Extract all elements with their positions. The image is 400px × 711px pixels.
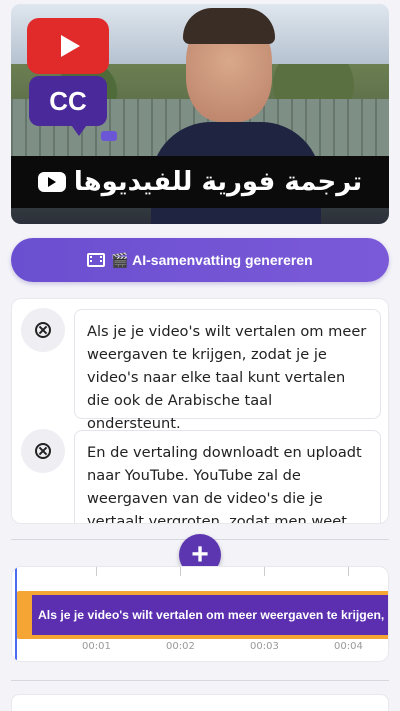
time-label: 00:03 xyxy=(250,641,279,652)
ai-summary-button[interactable]: 🎬 AI-samenvatting genereren xyxy=(11,238,389,282)
video-caption-text: ترجمة فورية للفيديوها xyxy=(73,167,363,197)
small-youtube-icon xyxy=(101,131,117,141)
time-label: 00:04 xyxy=(334,641,363,652)
film-icon xyxy=(87,253,106,267)
segment-text-field[interactable]: En de vertaling downloadt en uploadt naa… xyxy=(74,430,381,523)
close-circle-icon xyxy=(35,322,51,338)
segment-text-field[interactable]: Als je je video's wilt vertalen om meer … xyxy=(74,309,381,432)
play-icon xyxy=(37,172,66,192)
close-circle-icon xyxy=(35,443,51,459)
divider xyxy=(11,680,389,681)
time-label: 00:01 xyxy=(82,641,111,652)
bottom-panel xyxy=(11,694,389,711)
timeline-tick xyxy=(180,567,181,576)
timeline-tick xyxy=(264,567,265,576)
subtitle-list[interactable]: Als je je video's wilt vertalen om meer … xyxy=(11,298,389,524)
timeline-tick xyxy=(96,567,97,576)
playhead[interactable] xyxy=(15,567,17,661)
timeline-clip[interactable]: Als je je video's wilt vertalen om meer … xyxy=(32,591,388,639)
time-label: 00:02 xyxy=(166,641,195,652)
timeline-tick xyxy=(348,567,349,576)
timeline[interactable]: Als je je video's wilt vertalen om meer … xyxy=(11,566,389,662)
cc-bubble-tail xyxy=(69,122,89,136)
cc-icon: CC xyxy=(29,76,107,126)
video-caption-banner: ترجمة فورية للفيديوها xyxy=(11,156,389,208)
delete-segment-button[interactable] xyxy=(21,429,65,473)
youtube-icon xyxy=(27,18,109,74)
video-person-hair xyxy=(183,8,275,44)
timeline-clip-text: Als je je video's wilt vertalen om meer … xyxy=(32,595,388,635)
delete-segment-button[interactable] xyxy=(21,308,65,352)
video-preview[interactable]: CC ترجمة فورية للفيديوها xyxy=(11,4,389,224)
ai-summary-label: 🎬 AI-samenvatting genereren xyxy=(111,251,313,268)
